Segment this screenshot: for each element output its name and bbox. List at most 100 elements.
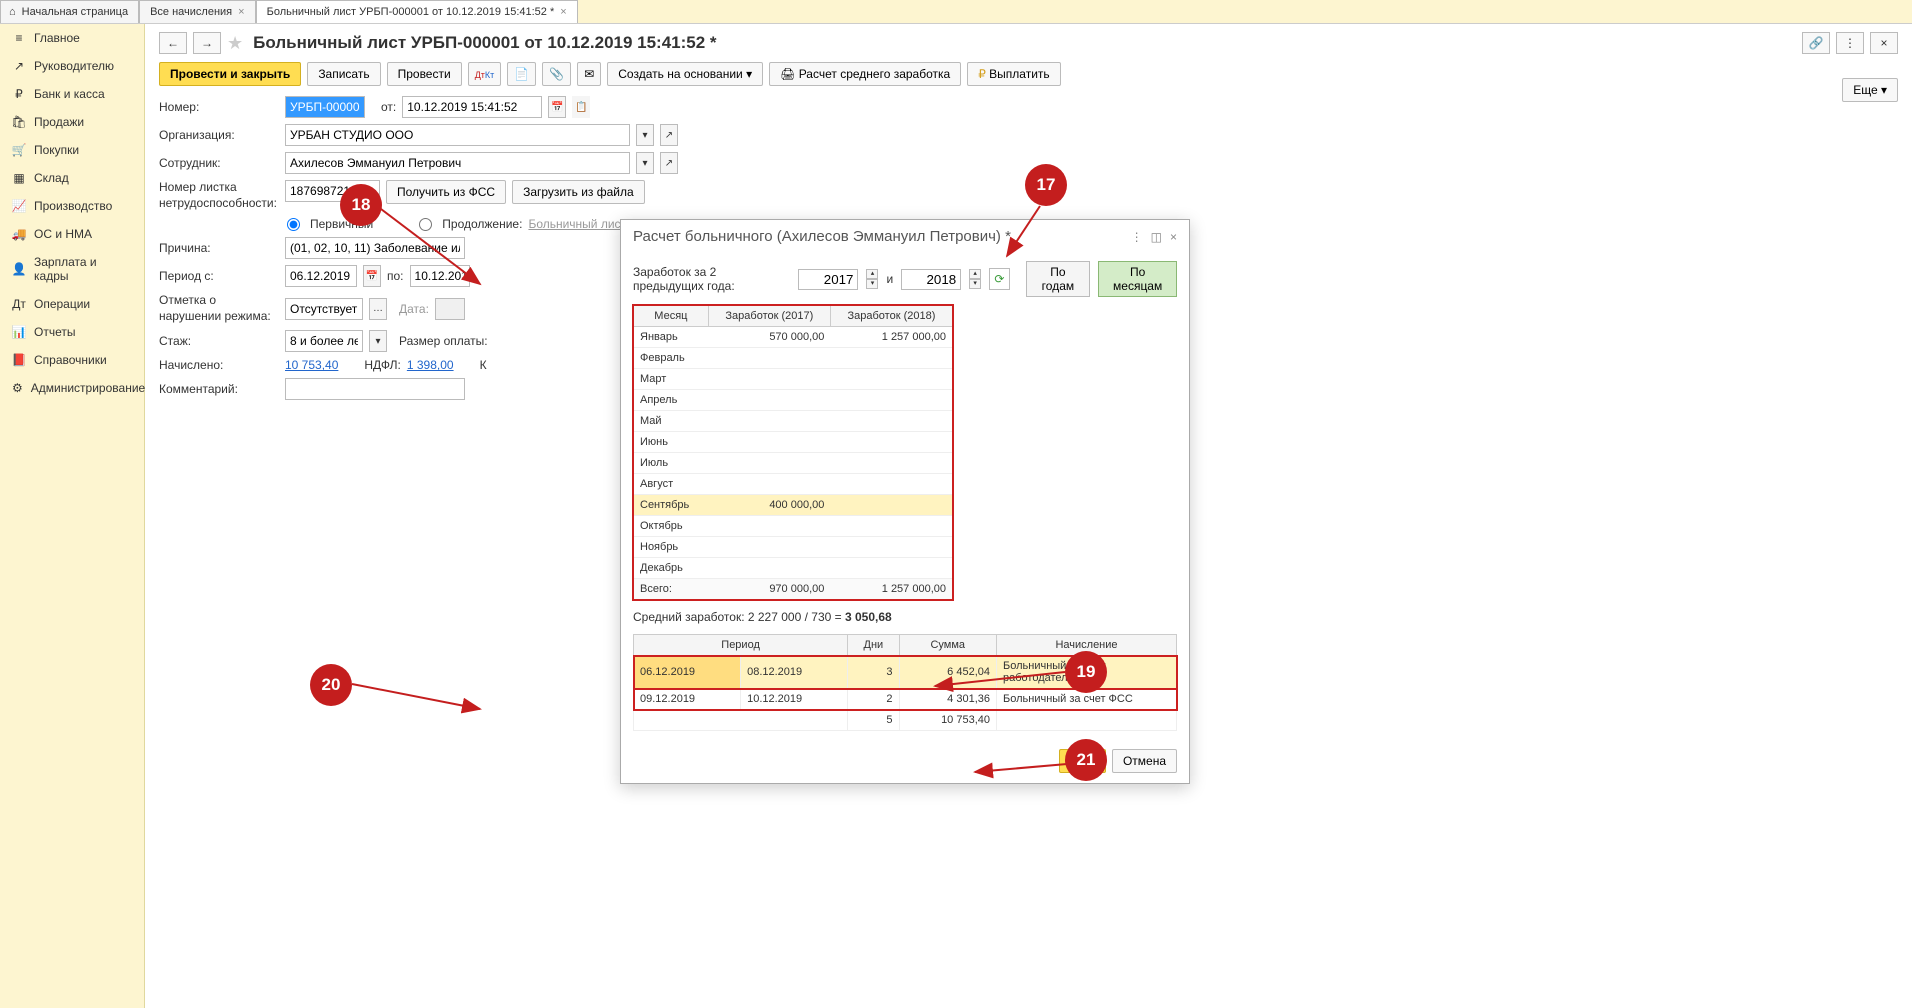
accrued-link[interactable]: 10 753,40 <box>285 358 338 372</box>
org-input[interactable] <box>285 124 630 146</box>
by-months-button[interactable]: По месяцам <box>1098 261 1177 297</box>
print-button[interactable]: 📄 <box>507 62 536 86</box>
kebab-icon[interactable]: ⋮ <box>1836 32 1864 54</box>
table-row[interactable]: Ноябрь <box>634 537 953 558</box>
table-row[interactable]: Февраль <box>634 348 953 369</box>
spin-down-icon[interactable]: ▾ <box>866 279 878 289</box>
sidebar-item-purchases[interactable]: 🛒Покупки <box>0 136 144 164</box>
violation-date-input <box>435 298 465 320</box>
sidebar-item-operations[interactable]: ДтОперации <box>0 290 144 318</box>
table-row[interactable]: Декабрь <box>634 558 953 579</box>
load-file-button[interactable]: Загрузить из файла <box>512 180 645 204</box>
tab-sicklist[interactable]: Больничный лист УРБП-000001 от 10.12.201… <box>256 0 578 23</box>
table-row[interactable]: Июнь <box>634 432 953 453</box>
spin-up-icon[interactable]: ▴ <box>866 269 878 279</box>
table-row[interactable]: 09.12.201910.12.201924 301,36Больничный … <box>634 689 1177 710</box>
table-row[interactable]: Август <box>634 474 953 495</box>
sidebar-item-salary[interactable]: 👤Зарплата и кадры <box>0 248 144 290</box>
open-icon[interactable]: ↗ <box>660 152 678 174</box>
refresh-button[interactable]: ⟳ <box>989 268 1009 290</box>
sidebar-item-admin[interactable]: ⚙Администрирование <box>0 374 144 402</box>
cancel-button[interactable]: Отмена <box>1112 749 1177 773</box>
link-icon[interactable]: 🔗 <box>1802 32 1830 54</box>
sidebar-item-reports[interactable]: 📊Отчеты <box>0 318 144 346</box>
violation-input[interactable] <box>285 298 363 320</box>
org-label: Организация: <box>159 128 279 142</box>
calendar-icon[interactable]: 📅 <box>548 96 566 118</box>
star-icon[interactable]: ★ <box>227 33 243 54</box>
continuation-radio[interactable] <box>419 218 432 231</box>
spin-down-icon[interactable]: ▾ <box>969 279 981 289</box>
envelope-button[interactable]: ✉ <box>577 62 601 86</box>
pay-button[interactable]: ₽ Выплатить <box>967 62 1060 86</box>
menu-icon: ≡ <box>12 31 26 45</box>
table-row[interactable]: Январь570 000,001 257 000,00 <box>634 327 953 348</box>
kebab-icon[interactable]: ⋮ <box>1131 230 1143 244</box>
tab-home[interactable]: ⌂ Начальная страница <box>0 0 139 23</box>
dropdown-icon[interactable]: ▾ <box>369 330 387 352</box>
year1-input[interactable] <box>798 269 858 290</box>
sidebar-item-directories[interactable]: 📕Справочники <box>0 346 144 374</box>
post-button[interactable]: Провести <box>387 62 462 86</box>
year2-input[interactable] <box>901 269 961 290</box>
table-row[interactable]: Октябрь <box>634 516 953 537</box>
window-icon[interactable]: ◫ <box>1151 230 1162 244</box>
dots-icon[interactable]: … <box>369 298 387 320</box>
book-icon: 📕 <box>12 353 26 367</box>
emp-input[interactable] <box>285 152 630 174</box>
write-button[interactable]: Записать <box>307 62 380 86</box>
sidebar-item-main[interactable]: ≡Главное <box>0 24 144 52</box>
by-years-button[interactable]: По годам <box>1026 261 1091 297</box>
close-icon[interactable]: × <box>1870 32 1898 54</box>
table-row[interactable]: Май <box>634 411 953 432</box>
dt-icon: Дт <box>12 297 26 311</box>
date-input[interactable] <box>402 96 542 118</box>
dtkt-button[interactable]: ДтКт <box>468 62 502 86</box>
sidebar-item-production[interactable]: 📈Производство <box>0 192 144 220</box>
continuation-link[interactable]: Больничный лист <box>528 217 626 231</box>
calendar-icon[interactable]: 📅 <box>363 265 381 287</box>
period-to-input[interactable] <box>410 265 470 287</box>
btn-label: Еще <box>1853 83 1877 97</box>
more-button[interactable]: Еще ▾ <box>1842 78 1898 102</box>
table-row[interactable]: Сентябрь400 000,00 <box>634 495 953 516</box>
nav-forward-button[interactable]: → <box>193 32 221 54</box>
dropdown-icon[interactable]: ▾ <box>636 152 654 174</box>
table-row[interactable]: Июль <box>634 453 953 474</box>
content: ← → ★ Больничный лист УРБП-000001 от 10.… <box>145 24 1912 1008</box>
sidebar-item-sales[interactable]: 🛍Продажи <box>0 108 144 136</box>
open-icon[interactable]: ↗ <box>660 124 678 146</box>
annotation-20: 20 <box>310 664 352 706</box>
sidebar-item-warehouse[interactable]: ▦Склад <box>0 164 144 192</box>
annotation-19: 19 <box>1065 651 1107 693</box>
tab-accruals[interactable]: Все начисления × <box>139 0 256 23</box>
nav-back-button[interactable]: ← <box>159 32 187 54</box>
table-row[interactable]: Март <box>634 369 953 390</box>
reason-input[interactable] <box>285 237 465 259</box>
primary-radio[interactable] <box>287 218 300 231</box>
table-row[interactable]: Апрель <box>634 390 953 411</box>
experience-input[interactable] <box>285 330 363 352</box>
ndfl-link[interactable]: 1 398,00 <box>407 358 454 372</box>
doc-icon[interactable]: 📋 <box>572 96 590 118</box>
number-input[interactable] <box>285 96 365 118</box>
sidebar-item-manager[interactable]: ↗Руководителю <box>0 52 144 80</box>
post-and-close-button[interactable]: Провести и закрыть <box>159 62 301 86</box>
close-icon[interactable]: × <box>560 6 566 18</box>
attach-button[interactable]: 📎 <box>542 62 571 86</box>
avg-line: Средний заработок: 2 227 000 / 730 = 3 0… <box>633 610 1177 624</box>
get-fss-button[interactable]: Получить из ФСС <box>386 180 506 204</box>
ruble-icon: ₽ <box>12 87 26 101</box>
create-based-button[interactable]: Создать на основании ▾ <box>607 62 763 86</box>
manager-icon: ↗ <box>12 59 26 73</box>
dropdown-icon[interactable]: ▾ <box>636 124 654 146</box>
close-icon[interactable]: × <box>1170 230 1177 244</box>
sidebar-item-bank[interactable]: ₽Банк и касса <box>0 80 144 108</box>
period-from-input[interactable] <box>285 265 357 287</box>
spin-up-icon[interactable]: ▴ <box>969 269 981 279</box>
calc-avg-button[interactable]: 🖨 Расчет среднего заработка <box>769 62 961 86</box>
sidebar-item-assets[interactable]: 🚚ОС и НМА <box>0 220 144 248</box>
close-icon[interactable]: × <box>238 6 244 18</box>
comment-input[interactable] <box>285 378 465 400</box>
sidebar-label: Продажи <box>34 115 84 129</box>
